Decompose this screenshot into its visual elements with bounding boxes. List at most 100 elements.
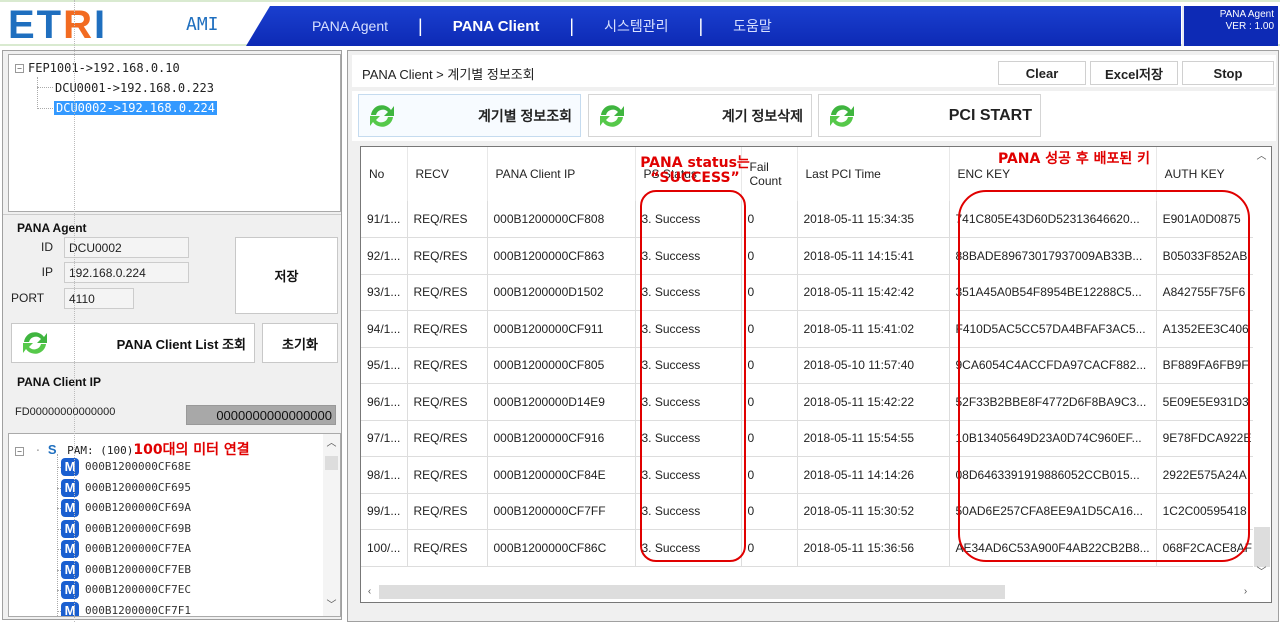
table-cell: 000B1200000CF808 <box>487 201 636 238</box>
tree-node-pam[interactable]: − · S PAM: (100)100대의 미터 연결 <box>15 439 250 459</box>
meter-info-delete-button[interactable]: 계기 정보삭제 <box>588 94 812 137</box>
scroll-up-icon[interactable]: ︿ <box>323 436 340 452</box>
agent-ip-field[interactable]: 192.168.0.224 <box>64 262 189 283</box>
column-header[interactable]: RECV <box>407 147 488 201</box>
meter-id: 000B1200000CF68E <box>85 460 191 473</box>
table-body: 91/1... REQ/RES 000B1200000CF808 3. Success… <box>361 201 1260 567</box>
agent-section-title: PANA Agent <box>17 221 87 235</box>
collapse-icon[interactable]: − <box>15 64 24 73</box>
scroll-down-icon[interactable]: ﹀ <box>323 598 340 614</box>
meter-icon: M <box>61 478 79 497</box>
table-cell: 000B1200000CF805 <box>487 347 636 384</box>
tree-node-fep[interactable]: − FEP1001->192.168.0.10 <box>15 61 180 75</box>
table-row[interactable]: 97/1... REQ/RES 000B1200000CF916 3. Success… <box>361 420 1260 457</box>
main-nav: PANA Agent | PANA Client | 시스템관리 | 도움말 <box>246 6 1181 46</box>
agent-port-field[interactable]: 4110 <box>64 288 134 309</box>
table-row[interactable]: 94/1... REQ/RES 000B1200000CF911 3. Success… <box>361 310 1260 348</box>
clear-button[interactable]: Clear <box>998 61 1086 85</box>
scroll-down-icon[interactable]: ﹀ <box>1253 565 1270 581</box>
nav-pana-agent[interactable]: PANA Agent <box>308 18 392 34</box>
grid-horizontal-scrollbar[interactable]: ‹ › <box>361 582 1254 602</box>
grid-vertical-scrollbar[interactable]: ︿ ﹀ <box>1253 147 1271 583</box>
left-panel: − FEP1001->192.168.0.10 DCU0001->192.168.… <box>2 50 342 620</box>
table-cell: 2018-05-11 15:41:02 <box>797 310 950 348</box>
table-row[interactable]: 98/1... REQ/RES 000B1200000CF84E 3. Success… <box>361 456 1260 494</box>
nav-help[interactable]: 도움말 <box>729 16 776 36</box>
meter-item[interactable]: M 000B1200000CF69B <box>61 519 191 538</box>
scroll-thumb[interactable] <box>325 456 338 470</box>
collapse-icon[interactable]: − <box>15 446 24 456</box>
stop-button[interactable]: Stop <box>1182 61 1274 85</box>
table-cell: 0 <box>741 274 798 311</box>
meter-info-delete-label: 계기 정보삭제 <box>721 107 803 124</box>
table-row[interactable]: 99/1... REQ/RES 000B1200000CF7FF 3. Success… <box>361 493 1260 530</box>
table-cell: E901A0D0875 <box>1156 201 1260 238</box>
save-button[interactable]: 저장 <box>235 237 338 314</box>
table-cell: 2018-05-11 15:34:35 <box>797 201 950 238</box>
nav-system-management[interactable]: 시스템관리 <box>600 16 672 36</box>
excel-save-button[interactable]: Excel저장 <box>1090 61 1178 85</box>
table-row[interactable]: 93/1... REQ/RES 000B1200000D1502 3. Success… <box>361 274 1260 311</box>
table-cell: 2018-05-11 14:15:41 <box>797 237 950 275</box>
column-header[interactable]: Last PCI Time <box>797 147 950 201</box>
table-cell: 9CA6054C4ACCFDA97CACF882... <box>949 347 1157 384</box>
client-ip-suffix-field[interactable]: 0000000000000000 <box>186 405 336 425</box>
meter-item[interactable]: M 000B1200000CF695 <box>61 478 191 497</box>
table-cell: 2018-05-11 15:30:52 <box>797 493 950 530</box>
table-cell: 95/1... <box>361 347 408 384</box>
scroll-up-icon[interactable]: ︿ <box>1253 149 1270 165</box>
column-header[interactable]: No <box>361 147 408 201</box>
column-header[interactable]: PANA Client IP <box>487 147 636 201</box>
pci-start-label: PCI START <box>948 106 1032 124</box>
table-cell: REQ/RES <box>407 420 488 457</box>
tree-node-dcu0002[interactable]: DCU0002->192.168.0.224 <box>54 101 217 115</box>
table-row[interactable]: 95/1... REQ/RES 000B1200000CF805 3. Success… <box>361 347 1260 384</box>
meter-id: 000B1200000CF69B <box>85 521 191 535</box>
nav-pana-client[interactable]: PANA Client <box>449 18 544 35</box>
meter-item[interactable]: M 000B1200000CF68E <box>61 458 191 476</box>
table-cell: 741C805E43D60D52313646620... <box>949 201 1157 238</box>
table-cell: 50AD6E257CFA8EE9A1D5CA16... <box>949 493 1157 530</box>
scroll-right-icon[interactable]: › <box>1237 584 1254 600</box>
table-row[interactable]: 96/1... REQ/RES 000B1200000D14E9 3. Success… <box>361 383 1260 421</box>
reset-button[interactable]: 초기화 <box>262 323 338 363</box>
table-row[interactable]: 100/... REQ/RES 000B1200000CF86C 3. Success… <box>361 529 1260 567</box>
table-cell: REQ/RES <box>407 274 488 311</box>
table-cell: 98/1... <box>361 456 408 494</box>
table-cell: 2018-05-11 15:36:56 <box>797 529 950 567</box>
table-cell: 0 <box>741 456 798 494</box>
meter-item[interactable]: M 000B1200000CF7F1 <box>61 601 191 616</box>
meter-info-query-button[interactable]: 계기별 정보조회 <box>358 94 581 137</box>
table-cell: 3. Success <box>635 383 742 421</box>
meter-item[interactable]: M 000B1200000CF69A <box>61 499 191 517</box>
table-cell: 2018-05-11 14:14:26 <box>797 456 950 494</box>
table-cell: 000B1200000CF86C <box>487 529 636 567</box>
tree-connector: · <box>34 444 42 457</box>
meter-tree-scrollbar[interactable]: ︿ ﹀ <box>323 434 340 616</box>
meter-item[interactable]: M 000B1200000CF7EA <box>61 540 191 558</box>
tree-node-dcu0001[interactable]: DCU0001->192.168.0.223 <box>55 81 214 95</box>
port-label: PORT <box>11 291 45 305</box>
agent-id-field[interactable]: DCU0002 <box>64 237 189 258</box>
scroll-left-icon[interactable]: ‹ <box>361 584 378 600</box>
pci-start-button[interactable]: PCI START <box>818 94 1041 137</box>
table-cell: AE34AD6C53A900F4AB22CB2B8... <box>949 529 1157 567</box>
meter-tree[interactable]: − · S PAM: (100)100대의 미터 연결 M 000B1200000… <box>8 433 341 617</box>
client-list-query-button[interactable]: PANA Client List 조회 <box>11 323 255 363</box>
table-cell: 2018-05-11 15:42:42 <box>797 274 950 311</box>
table-cell: 96/1... <box>361 383 408 421</box>
device-tree[interactable]: − FEP1001->192.168.0.10 DCU0001->192.168.… <box>8 54 341 212</box>
meter-item[interactable]: M 000B1200000CF7EC <box>61 581 191 599</box>
table-cell: REQ/RES <box>407 347 488 384</box>
meter-item[interactable]: M 000B1200000CF7EB <box>61 560 191 579</box>
table-row[interactable]: 91/1... REQ/RES 000B1200000CF808 3. Success… <box>361 201 1260 238</box>
table-cell: REQ/RES <box>407 237 488 275</box>
scroll-thumb[interactable] <box>1254 527 1270 567</box>
table-cell: 0 <box>741 237 798 275</box>
scroll-thumb[interactable] <box>379 585 1005 599</box>
column-header[interactable]: AUTH KEY <box>1156 147 1260 201</box>
table-cell: 0 <box>741 493 798 530</box>
table-cell: 000B1200000CF7FF <box>487 493 636 530</box>
meter-id: 000B1200000CF7EC <box>85 583 191 596</box>
table-row[interactable]: 92/1... REQ/RES 000B1200000CF863 3. Success… <box>361 237 1260 275</box>
